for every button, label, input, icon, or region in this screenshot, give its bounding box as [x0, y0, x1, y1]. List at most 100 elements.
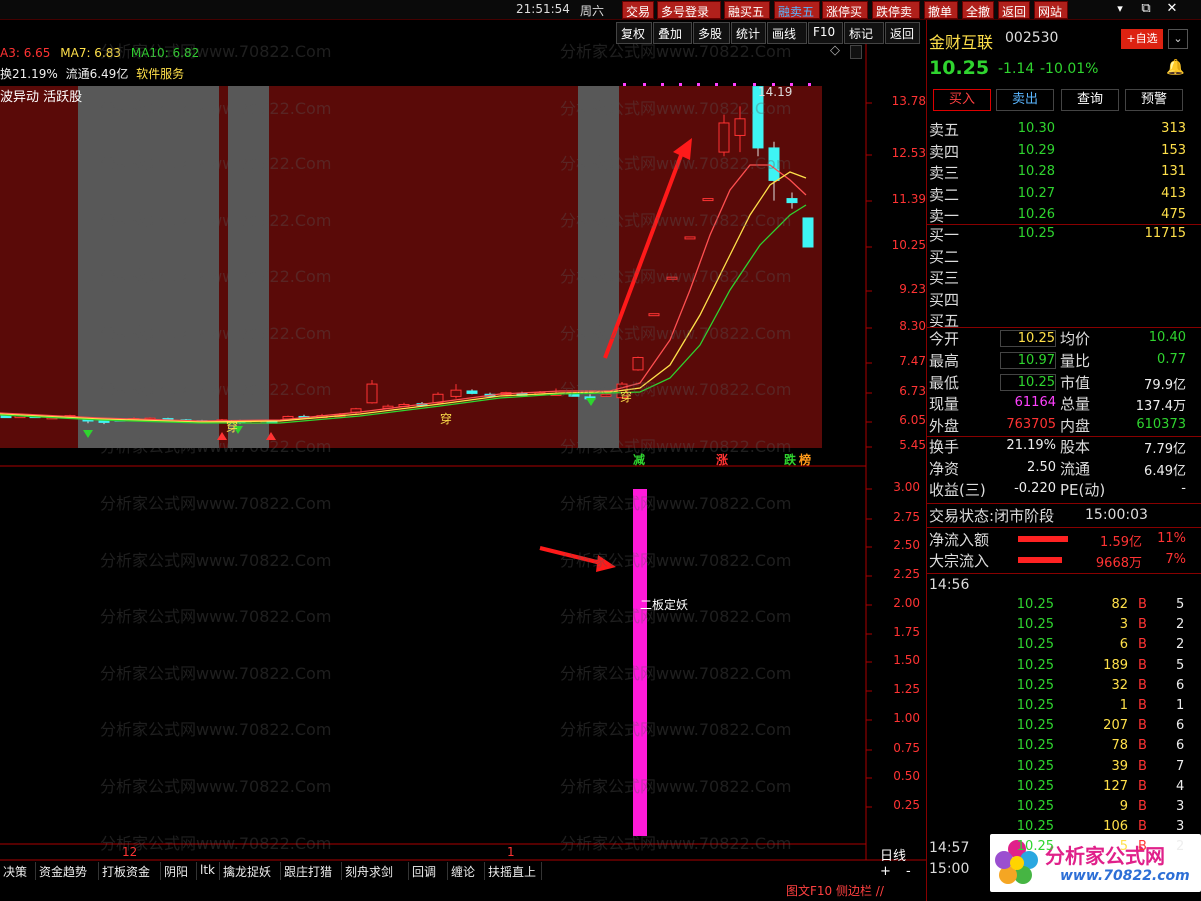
signal-jian: 减: [633, 453, 646, 467]
scroll-handle[interactable]: [850, 45, 862, 59]
topbar-button[interactable]: 全撤: [962, 1, 994, 19]
topbar-button[interactable]: 涨停买: [822, 1, 868, 19]
chart-toolbar-button[interactable]: 标记: [844, 22, 884, 44]
diamond-icon[interactable]: ◇: [830, 43, 840, 58]
stat-label: 今开: [929, 330, 960, 348]
signal-dot: [661, 83, 664, 86]
tick-price: 10.25: [1016, 657, 1054, 673]
stock-name: 金财互联: [929, 33, 994, 52]
tick-side: B: [1138, 758, 1147, 774]
tick-side: B: [1138, 799, 1147, 814]
tick-price: 10.25: [1016, 738, 1054, 754]
candle-body: [648, 313, 660, 317]
indicator-tab[interactable]: 打板资金: [99, 862, 161, 880]
tick-count: 1: [1176, 698, 1185, 713]
indicator-tab[interactable]: 擒龙捉妖: [220, 862, 281, 880]
query-button[interactable]: 查询: [1061, 89, 1119, 111]
alert-button[interactable]: 预警: [1125, 89, 1183, 111]
indicator-tab[interactable]: 跟庄打猎: [281, 862, 342, 880]
zoom-out-button[interactable]: -: [906, 864, 911, 879]
restore-button[interactable]: ⧉: [1134, 0, 1158, 18]
tick-price: 10.25: [1016, 799, 1054, 814]
stat-value: 0.77: [1157, 351, 1186, 367]
topbar-button[interactable]: 返回: [998, 1, 1030, 19]
topbar-button[interactable]: 网站: [1034, 1, 1068, 19]
tick-volume: 207: [1103, 718, 1128, 734]
period-label[interactable]: 日线: [880, 845, 906, 864]
service-text: 软件服务: [136, 67, 185, 81]
bid-label: 买一: [929, 226, 960, 244]
ticks-time: 14:56: [929, 577, 970, 593]
topbar-button[interactable]: 融卖五: [774, 1, 820, 19]
zoom-in-button[interactable]: +: [880, 864, 891, 879]
tick-side: B: [1138, 657, 1147, 673]
ma-legend: A3: 6.65 MA7: 6.83 MA10: 6.82: [0, 46, 199, 60]
max-price-label: 14.19: [758, 85, 793, 99]
chart-toolbar-button[interactable]: 画线: [767, 22, 807, 44]
annotation-arrowhead: [596, 555, 616, 572]
chart-toolbar-button[interactable]: 叠加: [653, 22, 692, 44]
bid-label: 买四: [929, 290, 960, 309]
ask-price: 10.27: [1017, 185, 1055, 201]
date-label-12: 12: [122, 845, 138, 859]
tick-price: 10.25: [1016, 819, 1054, 835]
signal-dot: [623, 83, 626, 86]
chart-toolbar-button[interactable]: F10: [808, 22, 843, 44]
ask-volume: 153: [1161, 142, 1186, 158]
topbar-button[interactable]: 跌停卖: [872, 1, 920, 19]
tick-count: 5: [1176, 597, 1185, 612]
stat-label: PE(动): [1060, 481, 1106, 499]
f10-sidebar-link[interactable]: 图文F10 侧边栏 //: [786, 882, 884, 899]
indicator-tab[interactable]: 决策: [0, 862, 36, 880]
indicator-axis-label: 2.75: [893, 510, 920, 524]
topbar-button[interactable]: 撤单: [924, 1, 958, 19]
stat-value: 10.97: [1000, 351, 1056, 369]
signal-zhang: 涨: [716, 453, 729, 467]
indicator-tab[interactable]: 阴阳: [161, 862, 197, 880]
topbar-button[interactable]: 多号登录: [657, 1, 721, 19]
signal-dot: [643, 83, 646, 86]
indicator-tab[interactable]: 缠论: [448, 862, 485, 880]
tick-count: 3: [1176, 819, 1185, 835]
indicator-tab[interactable]: 扶摇直上: [485, 862, 542, 880]
tick-volume: 9: [1119, 799, 1128, 814]
shade-zone: [78, 86, 219, 448]
add-watchlist-button[interactable]: +自选: [1121, 29, 1163, 49]
stat-value: 10.25: [1000, 373, 1056, 391]
tick-volume: 106: [1103, 819, 1128, 835]
price-axis-label: 5.45: [899, 438, 926, 452]
candle-body: [786, 198, 798, 204]
indicator-tab[interactable]: 刻舟求剑: [342, 862, 409, 880]
logo-url: www.70822.com: [1060, 868, 1190, 884]
stat-value: 10.40: [1148, 330, 1186, 345]
candle-body: [466, 390, 478, 394]
ask-label: 卖三: [929, 164, 960, 182]
sell-button[interactable]: 卖出: [996, 89, 1054, 111]
minimize-button[interactable]: ▾: [1108, 0, 1132, 18]
candle-body: [768, 147, 780, 181]
topbar-button[interactable]: 融买五: [724, 1, 770, 19]
signal-chuan: 穿: [620, 390, 633, 404]
kline-chart[interactable]: [0, 20, 926, 880]
candle-body: [702, 198, 714, 202]
bell-icon[interactable]: 🔔: [1166, 58, 1185, 76]
chart-toolbar-button[interactable]: 多股: [693, 22, 730, 44]
chart-toolbar-button[interactable]: 复权: [616, 22, 652, 44]
signal-chuan-2: 穿: [440, 412, 453, 426]
buy-button[interactable]: 买入: [933, 89, 991, 111]
close-button[interactable]: ✕: [1160, 0, 1184, 18]
indicator-tab[interactable]: ltk: [197, 862, 220, 880]
trade-status-value: 闭市阶段: [994, 507, 1055, 525]
price-change: -1.14: [998, 61, 1035, 77]
indicator-tab[interactable]: 资金趋势: [36, 862, 99, 880]
ma10-label: MA10: 6.82: [130, 46, 200, 60]
signal-bang: 榜: [799, 453, 812, 467]
price-axis-label: 10.25: [891, 238, 926, 252]
indicator-tab[interactable]: 回调: [409, 862, 448, 880]
chart-toolbar-button[interactable]: 返回: [885, 22, 920, 44]
chevron-down-icon[interactable]: ⌄: [1168, 29, 1188, 49]
topbar-button[interactable]: 交易: [622, 1, 654, 19]
chart-toolbar-button[interactable]: 统计: [731, 22, 766, 44]
tick-count: 2: [1176, 617, 1185, 633]
tick-count: 2: [1176, 637, 1185, 653]
